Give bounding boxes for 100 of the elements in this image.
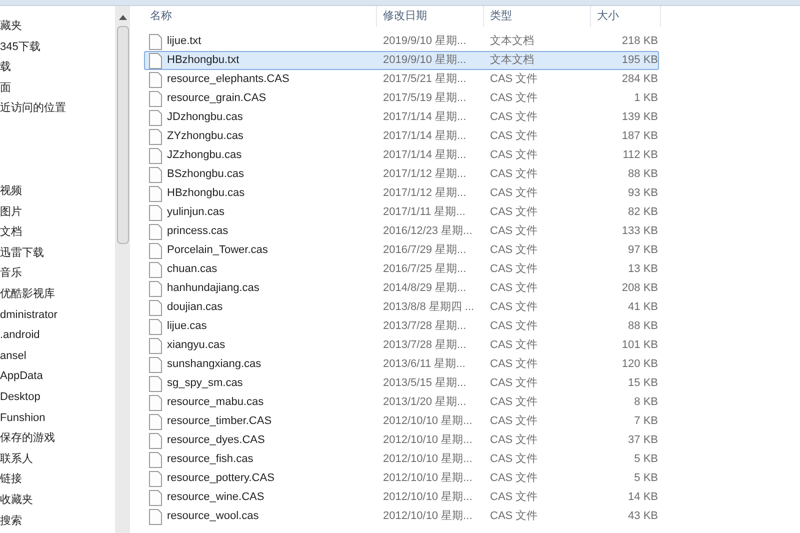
nav-item[interactable]: 文档 <box>0 224 22 241</box>
file-row[interactable]: JDzhongbu.cas 2017/1/14 星期... CAS 文件 139 KB <box>144 108 659 127</box>
file-row[interactable]: xiangyu.cas 2013/7/28 星期... CAS 文件 101 KB <box>144 336 659 355</box>
nav-item[interactable]: ansel <box>0 348 26 364</box>
date-cell-text: 2013/8/8 星期四 ... <box>382 300 476 316</box>
nav-item[interactable]: .android <box>0 327 40 344</box>
file-icon <box>149 262 162 278</box>
size-cell-text: 8 KB <box>633 395 658 410</box>
type-cell-text: CAS 文件 <box>489 414 539 430</box>
size-cell-text: 41 KB <box>627 300 658 316</box>
file-row[interactable]: resource_wine.CAS 2012/10/10 星期... CAS 文件 14 KB <box>144 488 659 507</box>
file-icon <box>149 280 162 296</box>
file-row[interactable]: Porcelain_Tower.cas 2016/7/29 星期... CAS 文件 97 KB <box>144 241 659 260</box>
file-row[interactable]: resource_fish.cas 2012/10/10 星期... CAS 文件 5 KB <box>144 450 659 469</box>
file-icon <box>149 52 162 68</box>
size-cell-text: 15 KB <box>627 376 658 392</box>
nav-item[interactable]: 视频 <box>0 183 22 200</box>
file-row[interactable]: ZYzhongbu.cas 2017/1/14 星期... CAS 文件 187 KB <box>144 127 659 146</box>
file-row[interactable]: HBzhongbu.txt 2019/9/10 星期... 文本文档 195 KB <box>144 51 659 70</box>
file-row[interactable]: resource_dyes.CAS 2012/10/10 星期... CAS 文件 37 KB <box>144 431 659 450</box>
type-cell-text: CAS 文件 <box>489 262 539 278</box>
size-cell-text: 93 KB <box>627 186 658 202</box>
file-row[interactable]: resource_elephants.CAS 2017/5/21 星期... CAS 文件 284 KB <box>144 70 659 89</box>
file-icon <box>149 242 162 258</box>
type-cell-text: CAS 文件 <box>489 148 539 164</box>
date-cell-text: 2016/12/23 星期... <box>382 224 474 240</box>
file-row[interactable]: hanhundajiang.cas 2014/8/29 星期... CAS 文件 208 KB <box>144 279 659 298</box>
type-cell-text: CAS 文件 <box>489 300 539 316</box>
nav-item[interactable]: 音乐 <box>0 265 22 282</box>
nav-item[interactable]: 近访问的位置 <box>0 100 66 117</box>
file-icon <box>149 490 162 506</box>
file-icon <box>149 110 162 126</box>
file-row[interactable]: resource_mabu.cas 2013/1/20 星期... CAS 文件 8 KB <box>144 393 659 412</box>
file-name: HBzhongbu.cas <box>167 186 245 202</box>
nav-item[interactable]: Desktop <box>0 388 40 406</box>
column-heading[interactable]: 修改日期 <box>377 6 484 27</box>
nav-item[interactable]: Funshion <box>0 410 46 426</box>
file-name: resource_wool.cas <box>167 509 259 524</box>
scrollbar[interactable] <box>115 6 130 533</box>
nav-item[interactable]: 面 <box>0 80 11 96</box>
nav-item[interactable]: 联系人 <box>0 450 33 468</box>
nav-item[interactable]: 载 <box>0 59 11 76</box>
nav-item[interactable]: 345下载 <box>0 38 40 56</box>
column-heading[interactable]: 类型 <box>484 6 591 27</box>
size-cell-text: 88 KB <box>627 167 658 182</box>
file-row[interactable]: JZzhongbu.cas 2017/1/14 星期... CAS 文件 112 KB <box>144 146 659 165</box>
file-row[interactable]: lijue.txt 2019/9/10 星期... 文本文档 218 KB <box>144 32 659 51</box>
file-row[interactable]: lijue.cas 2013/7/28 星期... CAS 文件 88 KB <box>144 317 659 336</box>
type-cell-text: CAS 文件 <box>489 318 539 334</box>
nav-item[interactable]: 迅雷下载 <box>0 244 44 262</box>
file-row[interactable]: sunshangxiang.cas 2013/6/11 星期... CAS 文件 120 KB <box>144 355 659 374</box>
file-row[interactable]: BSzhongbu.cas 2017/1/12 星期... CAS 文件 88 KB <box>144 165 659 184</box>
date-cell-text: 2014/8/29 星期... <box>382 281 468 296</box>
file-row[interactable]: doujian.cas 2013/8/8 星期四 ... CAS 文件 41 KB <box>144 298 659 317</box>
nav-item[interactable]: 保存的游戏 <box>0 430 55 447</box>
file-name: resource_pottery.CAS <box>167 471 274 486</box>
file-row[interactable]: chuan.cas 2016/7/25 星期... CAS 文件 13 KB <box>144 260 659 279</box>
file-row[interactable]: resource_grain.CAS 2017/5/19 星期... CAS 文件 1 KB <box>144 89 659 108</box>
file-row[interactable]: resource_timber.CAS 2012/10/10 星期... CAS 文件 7 KB <box>144 412 659 431</box>
file-name: HBzhongbu.txt <box>167 53 240 68</box>
file-icon <box>149 166 162 182</box>
size-cell-text: 5 KB <box>633 452 658 468</box>
file-icon <box>149 224 162 240</box>
type-cell-text: CAS 文件 <box>489 224 539 240</box>
file-name: resource_elephants.CAS <box>167 72 290 88</box>
file-row[interactable]: yulinjun.cas 2017/1/11 星期... CAS 文件 82 KB <box>144 203 659 222</box>
type-cell-text: CAS 文件 <box>489 338 539 354</box>
date-cell-text: 2013/5/15 星期... <box>382 376 468 392</box>
type-cell-text: CAS 文件 <box>489 432 539 448</box>
file-name: resource_wine.CAS <box>167 490 264 506</box>
type-cell-text: 文本文档 <box>489 52 535 68</box>
nav-item[interactable]: AppData <box>0 368 43 385</box>
date-cell-text: 2012/10/10 星期... <box>382 452 474 468</box>
nav-item[interactable]: 优酷影视库 <box>0 286 55 302</box>
file-row[interactable]: HBzhongbu.cas 2017/1/12 星期... CAS 文件 93 KB <box>144 184 659 203</box>
file-name: Porcelain_Tower.cas <box>167 243 268 258</box>
size-cell-text: 218 KB <box>620 34 658 50</box>
file-row[interactable]: resource_wool.cas 2012/10/10 星期... CAS 文件 43 KB <box>144 507 659 526</box>
nav-item[interactable]: 图片 <box>0 204 22 220</box>
column-heading[interactable]: 大小 <box>591 6 661 27</box>
file-name: lijue.txt <box>167 34 202 50</box>
nav-item[interactable]: 搜索 <box>0 512 22 530</box>
size-cell-text: 43 KB <box>627 509 658 524</box>
file-row[interactable]: princess.cas 2016/12/23 星期... CAS 文件 133 KB <box>144 222 659 241</box>
nav-item[interactable]: dministrator <box>0 306 58 324</box>
size-cell-text: 133 KB <box>620 224 658 240</box>
type-cell-text: CAS 文件 <box>489 242 539 258</box>
file-row[interactable]: resource_pottery.CAS 2012/10/10 星期... CAS 文件 5 KB <box>144 469 659 488</box>
date-cell-text: 2017/1/14 星期... <box>382 129 468 144</box>
file-row[interactable]: sg_spy_sm.cas 2013/5/15 星期... CAS 文件 15 KB <box>144 374 659 393</box>
size-cell-text: 82 KB <box>627 205 658 220</box>
column-heading[interactable]: 名称 <box>144 6 377 27</box>
size-cell-text: 88 KB <box>627 319 658 334</box>
nav-item[interactable]: 藏夹 <box>0 18 22 35</box>
scrollbar-thumb[interactable] <box>116 26 128 244</box>
file-icon <box>149 204 162 220</box>
nav-item[interactable]: 收藏夹 <box>0 492 33 508</box>
nav-item[interactable]: 链接 <box>0 471 22 488</box>
scroll-up-icon[interactable] <box>118 15 126 20</box>
file-icon <box>149 318 162 334</box>
